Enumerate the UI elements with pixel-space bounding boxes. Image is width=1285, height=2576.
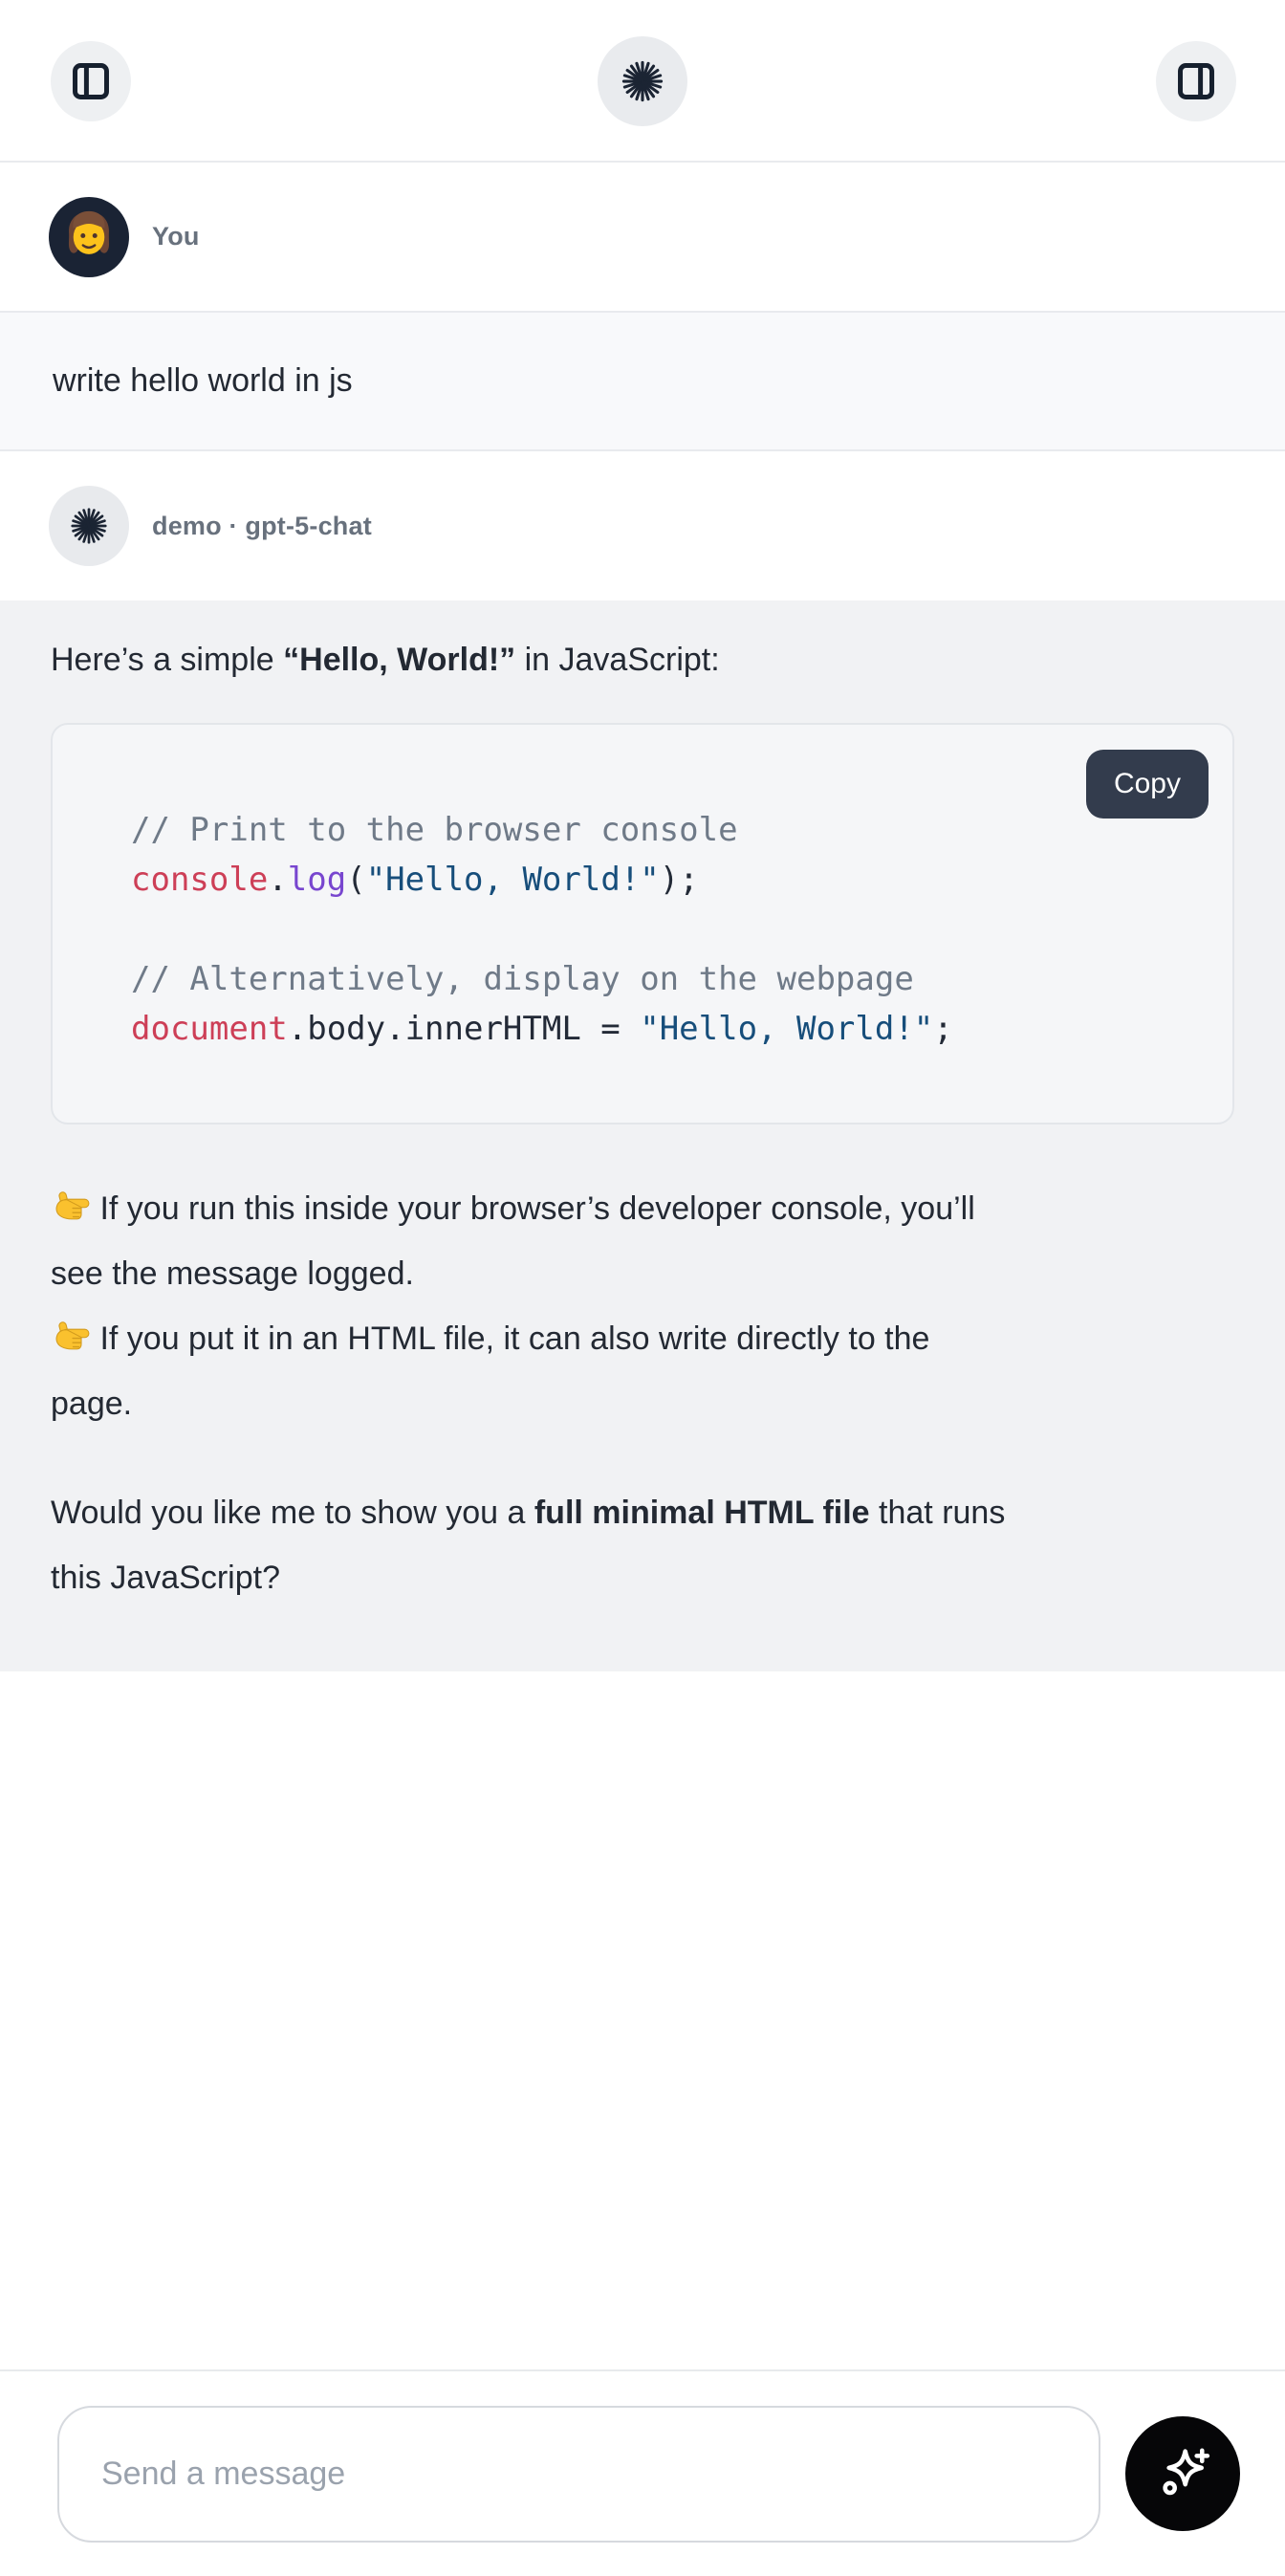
person-emoji-icon	[59, 207, 119, 267]
empty-chat-space	[0, 1671, 1285, 2369]
user-avatar	[49, 197, 129, 277]
pointing-right-icon	[51, 1313, 91, 1353]
assistant-message-header: demo · gpt-5-chat	[0, 451, 1285, 600]
composer-bar	[0, 2369, 1285, 2576]
assistant-question-paragraph: Would you like me to show you a full min…	[51, 1480, 1234, 1610]
user-message-text: write hello world in js	[53, 362, 353, 400]
user-message-body: write hello world in js	[0, 311, 1285, 451]
assistant-message-body: Here’s a simple “Hello, World!” in JavaS…	[0, 600, 1285, 1671]
panel-left-icon	[69, 59, 113, 103]
send-button[interactable]	[1125, 2416, 1240, 2531]
user-sender-label: You	[152, 222, 200, 251]
message-input[interactable]	[57, 2406, 1100, 2543]
app-logo-button[interactable]	[598, 36, 687, 126]
assistant-intro-paragraph: Here’s a simple “Hello, World!” in JavaS…	[51, 633, 1234, 687]
starburst-icon	[68, 505, 110, 547]
sparkles-icon	[1152, 2443, 1213, 2504]
code-content: // Print to the browser consoleconsole.l…	[131, 805, 1204, 1054]
starburst-logo-icon	[619, 57, 666, 105]
pointing-right-icon	[51, 1183, 91, 1223]
assistant-avatar	[49, 486, 129, 566]
code-block: Copy // Print to the browser consolecons…	[51, 723, 1234, 1124]
sidebar-toggle-button[interactable]	[51, 41, 131, 121]
panel-right-icon	[1174, 59, 1218, 103]
assistant-tips-paragraph: If you run this inside your browser’s de…	[51, 1176, 1234, 1436]
assistant-sender-label: demo · gpt-5-chat	[152, 512, 372, 541]
copy-code-button[interactable]: Copy	[1086, 750, 1209, 819]
user-message-header: You	[0, 163, 1285, 311]
top-toolbar	[0, 0, 1285, 163]
right-panel-toggle-button[interactable]	[1156, 41, 1236, 121]
